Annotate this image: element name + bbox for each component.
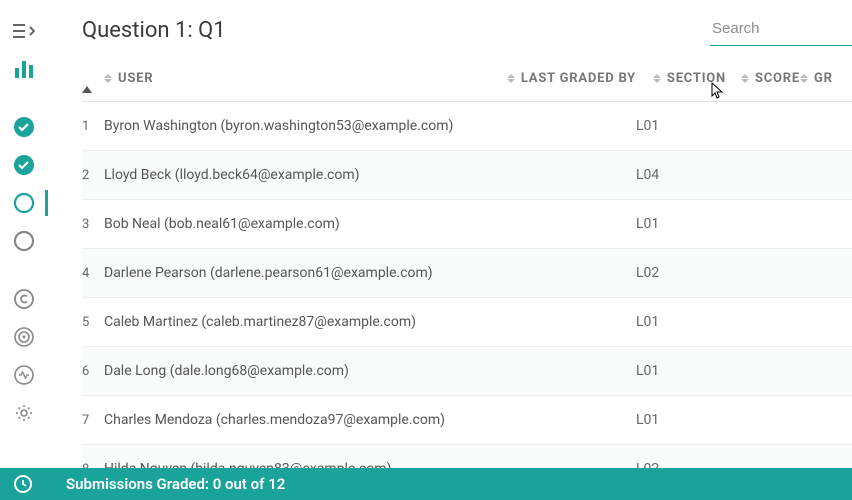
row-section: L01: [636, 216, 726, 232]
sort-icon: [507, 74, 517, 83]
search-wrap: [710, 14, 852, 46]
table-row[interactable]: 7Charles Mendoza (charles.mendoza97@exam…: [82, 396, 852, 445]
row-user: Bob Neal (bob.neal61@example.com): [104, 216, 504, 232]
table-row[interactable]: 1Byron Washington (byron.washington53@ex…: [82, 102, 852, 151]
col-lgb-label: LAST GRADED BY: [521, 71, 636, 86]
col-gr-label: GR: [814, 71, 833, 86]
table-row[interactable]: 8Hilda Nguyen (hilda.nguyen83@example.co…: [82, 445, 852, 468]
sidebar-rubric[interactable]: [0, 280, 48, 318]
search-input[interactable]: [710, 14, 852, 46]
col-section-label: SECTION: [667, 71, 726, 86]
col-user-label: USER: [118, 71, 153, 86]
row-section: L01: [636, 118, 726, 134]
sort-icon: [104, 74, 114, 83]
row-user: Darlene Pearson (darlene.pearson61@examp…: [104, 265, 504, 281]
table-row[interactable]: 2Lloyd Beck (lloyd.beck64@example.com) L0…: [82, 151, 852, 200]
sidebar-circle-1[interactable]: [0, 184, 48, 222]
table-row[interactable]: 4Darlene Pearson (darlene.pearson61@exam…: [82, 249, 852, 298]
submissions-table: USER LAST GRADED BY SECTION SCORE GR 1By…: [48, 56, 852, 468]
table-row[interactable]: 6Dale Long (dale.long68@example.com) L01: [82, 347, 852, 396]
check-circle-icon: [13, 116, 35, 138]
footer-bar: Submissions Graded: 0 out of 12: [0, 468, 852, 500]
header: Question 1: Q1: [48, 0, 852, 56]
row-section: L01: [636, 412, 726, 428]
footer-text: Submissions Graded: 0 out of 12: [66, 475, 285, 493]
row-index: 4: [82, 266, 104, 281]
table-row[interactable]: 3Bob Neal (bob.neal61@example.com) L01: [82, 200, 852, 249]
row-section: L01: [636, 314, 726, 330]
col-score[interactable]: SCORE: [726, 71, 800, 86]
sidebar-circle-2[interactable]: [0, 222, 48, 260]
col-user[interactable]: USER: [104, 71, 504, 86]
row-index: 2: [82, 168, 104, 183]
target-icon: [14, 327, 34, 347]
row-section: L02: [636, 461, 726, 468]
gear-icon: [14, 403, 34, 423]
row-user: Charles Mendoza (charles.mendoza97@examp…: [104, 412, 504, 428]
bar-chart-icon: [14, 60, 34, 78]
col-section[interactable]: SECTION: [636, 71, 726, 86]
menu-icon: [13, 24, 35, 38]
sidebar-check-2[interactable]: [0, 146, 48, 184]
sidebar: [0, 0, 48, 500]
sidebar-settings[interactable]: [0, 394, 48, 432]
sidebar-target[interactable]: [0, 318, 48, 356]
row-section: L04: [636, 167, 726, 183]
row-user: Lloyd Beck (lloyd.beck64@example.com): [104, 167, 504, 183]
row-user: Dale Long (dale.long68@example.com): [104, 363, 504, 379]
activity-circle-icon: [14, 365, 34, 385]
row-index: 1: [82, 119, 104, 134]
row-user: Caleb Martinez (caleb.martinez87@example…: [104, 314, 504, 330]
col-last-graded-by[interactable]: LAST GRADED BY: [504, 71, 636, 86]
col-sort-active[interactable]: [82, 71, 104, 86]
progress-circle-icon: [13, 474, 33, 494]
sidebar-activity[interactable]: [0, 356, 48, 394]
row-index: 3: [82, 217, 104, 232]
col-gr[interactable]: GR: [800, 71, 833, 86]
row-section: L01: [636, 363, 726, 379]
sidebar-check-1[interactable]: [0, 108, 48, 146]
row-user: Byron Washington (byron.washington53@exa…: [104, 118, 504, 134]
circle-outline-icon: [13, 230, 35, 252]
page-title: Question 1: Q1: [82, 18, 226, 43]
table-body: 1Byron Washington (byron.washington53@ex…: [82, 102, 852, 468]
col-score-label: SCORE: [755, 71, 800, 86]
footer-progress[interactable]: [10, 474, 36, 494]
sidebar-stats[interactable]: [0, 50, 48, 88]
sort-icon: [653, 74, 663, 83]
table-row[interactable]: 5Caleb Martinez (caleb.martinez87@exampl…: [82, 298, 852, 347]
check-circle-icon: [13, 154, 35, 176]
sort-icon: [800, 74, 810, 83]
sidebar-menu-toggle[interactable]: [0, 12, 48, 50]
row-section: L02: [636, 265, 726, 281]
row-index: 7: [82, 413, 104, 428]
row-index: 5: [82, 315, 104, 330]
row-index: 6: [82, 364, 104, 379]
sort-icon: [741, 74, 751, 83]
main-content: Question 1: Q1 USER LAST GRADED BY SECTI…: [48, 0, 852, 468]
copyright-icon: [14, 289, 34, 309]
table-header-row: USER LAST GRADED BY SECTION SCORE GR: [82, 56, 852, 102]
row-user: Hilda Nguyen (hilda.nguyen83@example.com…: [104, 461, 504, 468]
circle-outline-icon: [13, 192, 35, 214]
